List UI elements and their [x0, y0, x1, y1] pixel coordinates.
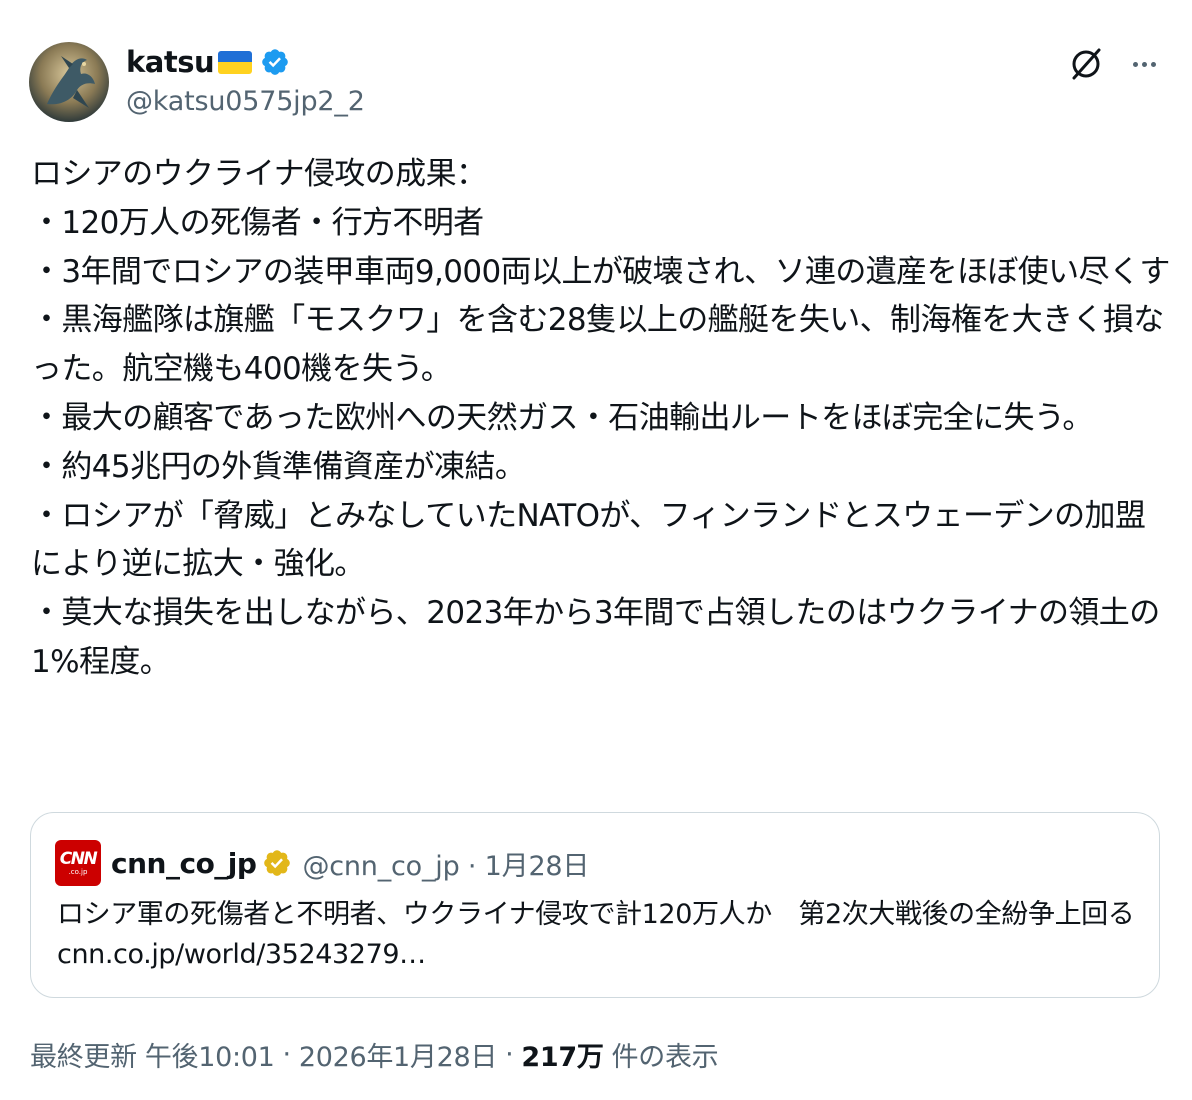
updated-label: 最終更新	[30, 1041, 137, 1073]
tweet-text: ロシアのウクライナ侵攻の成果： ・120万人の死傷者・行方不明者 ・3年間でロシ…	[31, 156, 1170, 680]
ukraine-flag-icon	[218, 50, 253, 74]
more-button[interactable]	[1124, 44, 1164, 84]
quoted-author-name[interactable]: cnn_co_jp	[111, 847, 257, 880]
quoted-author-handle-date[interactable]: @cnn_co_jp · 1月28日	[302, 844, 589, 883]
views-count[interactable]: 217万	[521, 1035, 603, 1074]
tweet-date[interactable]: 2026年1月28日	[299, 1035, 498, 1074]
tweet-footer: 最終更新 午後10:01 · 2026年1月28日 · 217万 件の表示	[30, 1034, 719, 1074]
gold-verified-badge-icon[interactable]	[262, 848, 292, 878]
more-icon	[1132, 61, 1138, 67]
cnn-logo-avatar[interactable]: CNN .co.jp	[55, 840, 101, 886]
tweet: katsu @katsu0575jp2_2 ロシアのウクライナ侵攻の成果： ・1…	[0, 0, 1192, 1100]
separator: ·	[282, 1038, 292, 1070]
author-handle[interactable]: @katsu0575jp2_2	[126, 86, 365, 117]
display-name[interactable]: katsu	[126, 45, 215, 79]
cnn-logo-subtext: .co.jp	[68, 867, 88, 876]
avatar[interactable]	[29, 42, 109, 122]
grok-button[interactable]	[1066, 44, 1106, 84]
cnn-logo-text: CNN	[59, 848, 98, 869]
views-label: 件の表示	[611, 1041, 719, 1073]
tweet-time[interactable]: 午後10:01	[145, 1035, 275, 1074]
quoted-tweet-text: ロシア軍の死傷者と不明者、ウクライナ侵攻で計120万人か 第2次大戦後の全紛争上…	[57, 899, 1143, 970]
quoted-tweet-header: CNN .co.jp cnn_co_jp @cnn_co_jp · 1月28日	[55, 840, 589, 886]
separator: ·	[505, 1038, 514, 1070]
dragon-avatar-image	[29, 42, 109, 122]
verified-badge-icon[interactable]	[260, 47, 290, 77]
display-name-row[interactable]: katsu	[126, 42, 290, 82]
grok-icon	[1072, 48, 1101, 80]
quoted-tweet-card[interactable]: CNN .co.jp cnn_co_jp @cnn_co_jp · 1月28日 …	[30, 812, 1160, 998]
